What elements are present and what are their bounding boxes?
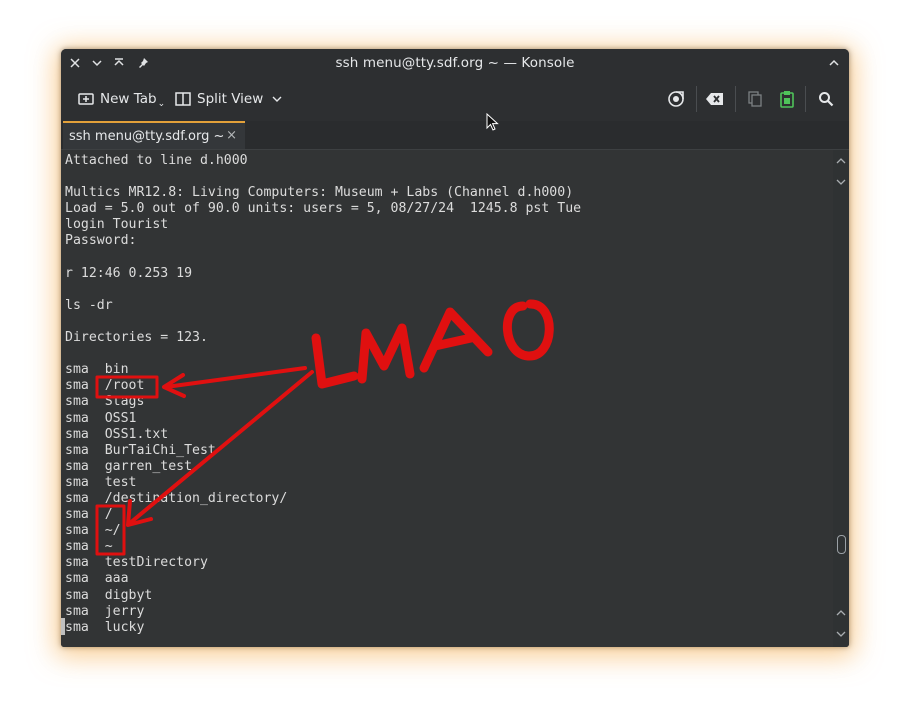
screenshot-stage: ssh menu@tty.sdf.org ~ — Konsole New Tab… xyxy=(0,0,910,720)
terminal-line: sma ~/ xyxy=(65,523,121,539)
scrollbar[interactable] xyxy=(833,150,849,647)
scroll-down-icon[interactable] xyxy=(835,176,847,188)
scroll-up-icon[interactable] xyxy=(835,155,847,167)
toolbar: New Tab ⌄ Split View xyxy=(61,77,849,121)
terminal-line: sma BurTaiChi_Test xyxy=(65,442,216,458)
terminal-line: sma OSS1.txt xyxy=(65,426,169,442)
scroll-down-icon[interactable] xyxy=(835,628,847,640)
terminal-line: sma /root xyxy=(65,378,145,394)
terminal-line: Load = 5.0 out of 90.0 units: users = 5,… xyxy=(65,201,582,217)
terminal-line: sma testDirectory xyxy=(65,555,208,571)
terminal-line: sma digbyt xyxy=(65,587,153,603)
terminal-line: r 12:46 0.253 19 xyxy=(65,265,193,281)
scroll-up-icon[interactable] xyxy=(835,607,847,619)
split-view-button[interactable]: Split View xyxy=(175,88,289,110)
terminal-output: Attached to line d.h000 Multics MR12.8: L… xyxy=(65,153,581,636)
terminal-line: sma aaa xyxy=(65,571,129,587)
toolbar-divider xyxy=(805,86,806,112)
close-icon[interactable]: × xyxy=(226,128,237,143)
terminal-line: ls -dr xyxy=(65,297,113,313)
konsole-window: ssh menu@tty.sdf.org ~ — Konsole New Tab… xyxy=(61,49,849,647)
terminal-line: login Tourist xyxy=(65,217,169,233)
paste-icon[interactable] xyxy=(777,89,797,109)
terminal-line: sma /destination_directory/ xyxy=(65,490,288,506)
window-title: ssh menu@tty.sdf.org ~ — Konsole xyxy=(335,55,575,71)
terminal-line: sma bin xyxy=(65,362,129,378)
chevron-down-icon xyxy=(272,96,282,102)
title-bar: ssh menu@tty.sdf.org ~ — Konsole xyxy=(61,49,849,77)
new-tab-menu-arrow-icon[interactable]: ⌄ xyxy=(158,99,166,109)
copy-icon[interactable] xyxy=(745,89,765,109)
tab-ssh-session[interactable]: ssh menu@tty.sdf.org ~ × xyxy=(63,121,245,149)
scrollbar-thumb[interactable] xyxy=(837,535,846,554)
terminal-line: Multics MR12.8: Living Computers: Museum… xyxy=(65,185,574,201)
terminal-line: sma Stags xyxy=(65,394,145,410)
clear-scrollback-icon[interactable] xyxy=(705,89,725,109)
new-tab-button[interactable]: New Tab ⌄ xyxy=(78,88,165,110)
toolbar-divider xyxy=(735,86,736,112)
tab-bar: ssh menu@tty.sdf.org ~ × xyxy=(61,121,849,150)
terminal-line: sma ~ xyxy=(65,539,113,555)
terminal-line: sma lucky xyxy=(65,619,145,635)
terminal-line: Attached to line d.h000 xyxy=(65,153,248,168)
terminal-view[interactable]: Attached to line d.h000 Multics MR12.8: L… xyxy=(61,150,833,647)
terminal-line: Directories = 123. xyxy=(65,330,208,346)
tab-label: ssh menu@tty.sdf.org ~ xyxy=(69,128,225,144)
split-view-label: Split View xyxy=(197,91,264,107)
chevron-up-icon[interactable] xyxy=(825,54,843,72)
terminal-line: sma jerry xyxy=(65,603,145,619)
monitor-activity-icon[interactable] xyxy=(666,89,686,109)
search-icon[interactable] xyxy=(816,89,836,109)
new-tab-icon xyxy=(78,93,94,105)
terminal-line: sma test xyxy=(65,474,137,490)
toolbar-divider xyxy=(696,86,697,112)
terminal-cursor xyxy=(61,618,65,635)
split-view-icon xyxy=(175,92,191,106)
terminal-line: Password: xyxy=(65,233,137,249)
terminal-line: sma / xyxy=(65,507,113,523)
terminal-line: sma OSS1 xyxy=(65,410,137,426)
mouse-pointer-icon xyxy=(486,113,499,131)
new-tab-label: New Tab xyxy=(100,91,157,107)
terminal-line: sma garren_test xyxy=(65,458,193,474)
